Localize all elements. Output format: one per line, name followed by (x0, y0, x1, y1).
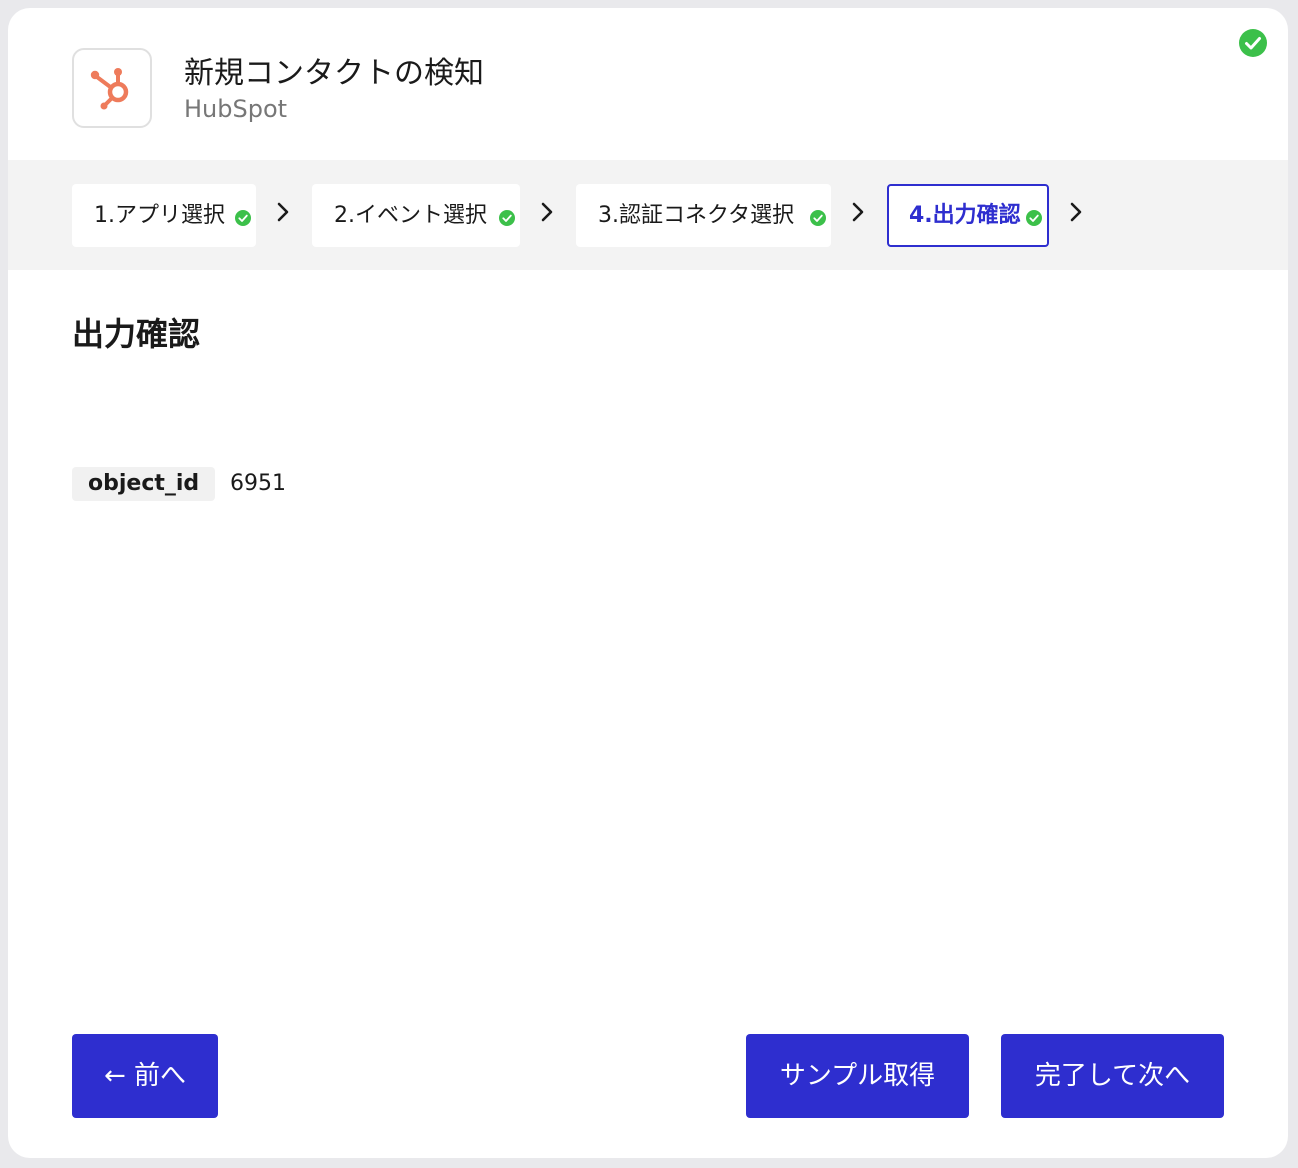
chevron-right-icon (851, 201, 865, 227)
chevron-right-icon (276, 201, 290, 227)
field-key: object_id (72, 467, 216, 501)
prev-button[interactable]: ← 前へ (72, 1034, 218, 1118)
step-label: 1.アプリ選択 (94, 203, 225, 228)
trigger-title: 新規コンタクトの検知 (184, 56, 484, 91)
step-app-select[interactable]: 1.アプリ選択 (72, 184, 256, 247)
check-icon (810, 188, 826, 251)
field-value: 6951 (230, 471, 286, 496)
step-label: 4.出力確認 (909, 203, 1021, 228)
card-header: 新規コンタクトの検知 HubSpot (8, 8, 1288, 160)
fetch-sample-button[interactable]: サンプル取得 (746, 1034, 969, 1118)
check-circle-icon (1238, 28, 1268, 62)
step-label: 3.認証コネクタ選択 (598, 203, 795, 228)
step-event-select[interactable]: 2.イベント選択 (312, 184, 520, 247)
check-icon (235, 188, 251, 251)
step-connector-select[interactable]: 3.認証コネクタ選択 (576, 184, 831, 247)
complete-next-button[interactable]: 完了して次へ (1001, 1034, 1224, 1118)
check-icon (1026, 190, 1042, 249)
chevron-right-icon (1069, 201, 1083, 227)
step-label: 2.イベント選択 (334, 203, 487, 228)
hubspot-logo-icon (90, 68, 129, 110)
section-title: 出力確認 (72, 315, 201, 353)
chevron-right-icon (540, 201, 554, 227)
stepper: 1.アプリ選択 2.イベント選択 3.認証コネクタ選択 4.出力確認 (8, 160, 1288, 270)
step-output-check[interactable]: 4.出力確認 (887, 184, 1049, 247)
app-icon (72, 48, 152, 128)
check-icon (499, 188, 515, 251)
integration-card: 新規コンタクトの検知 HubSpot 1.アプリ選択 2.イベント選択 3.認証… (8, 8, 1288, 1158)
app-name: HubSpot (184, 95, 288, 123)
